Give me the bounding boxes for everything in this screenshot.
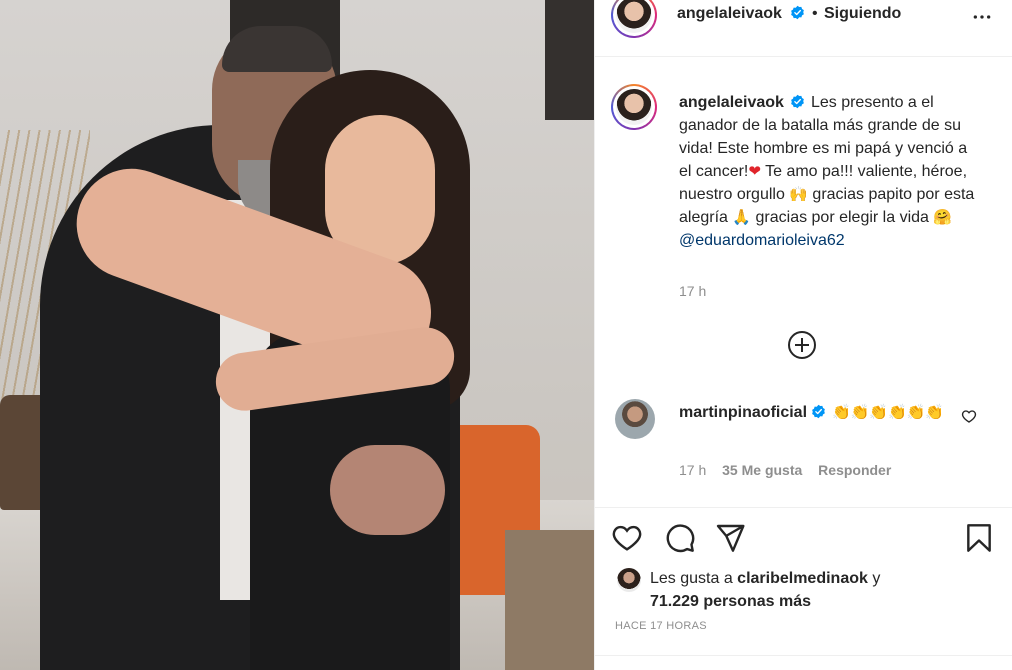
caption-username[interactable]: angelaleivaok xyxy=(679,94,784,111)
add-comment-area[interactable] xyxy=(595,655,1012,670)
author-avatar-image xyxy=(616,0,652,33)
more-options-icon[interactable] xyxy=(972,7,992,27)
comment-like-heart-icon[interactable] xyxy=(961,408,977,424)
comment-text: 👏👏👏👏👏👏 xyxy=(832,403,945,421)
header-username-wrap: angelaleivaok xyxy=(677,5,805,23)
caption-avatar[interactable] xyxy=(611,84,657,130)
comment-meta: 17 h 35 Me gusta Responder xyxy=(679,462,903,478)
post-side-panel: angelaleivaok • Siguiendo angelaleivaok … xyxy=(594,0,1012,670)
likes-summary: Les gusta a claribelmedinaok y 71.229 pe… xyxy=(650,567,970,613)
header-separator: • xyxy=(812,5,818,22)
author-avatar[interactable] xyxy=(611,0,657,38)
post-caption: angelaleivaok Les presento a el ganador … xyxy=(679,91,979,252)
commenter-avatar[interactable] xyxy=(615,399,655,439)
photo-man-hand xyxy=(330,445,445,535)
share-send-icon[interactable] xyxy=(714,522,746,554)
comment-username[interactable]: martinpinaoficial xyxy=(679,404,807,421)
comment-verified-badge-icon xyxy=(812,404,825,419)
liker-avatar[interactable] xyxy=(617,568,641,592)
hugging-emoji: 🤗 xyxy=(933,208,953,226)
save-bookmark-icon[interactable] xyxy=(963,522,995,554)
photo-wooden-table xyxy=(505,530,594,670)
post-photo[interactable] xyxy=(0,0,594,670)
photo-artwork-right xyxy=(545,0,594,120)
caption-time[interactable]: 17 h xyxy=(679,283,706,299)
comment-likes-count[interactable]: 35 Me gusta xyxy=(722,462,802,478)
caption-avatar-image xyxy=(616,89,652,125)
liker-username[interactable]: claribelmedinaok xyxy=(737,570,868,587)
photo-man-hair xyxy=(222,26,332,72)
likes-conjunction: y xyxy=(867,570,881,587)
following-button[interactable]: Siguiendo xyxy=(824,5,901,23)
caption-text-4: gracias por elegir la vida xyxy=(751,209,934,226)
comment-bubble-icon[interactable] xyxy=(664,522,696,554)
like-heart-icon[interactable] xyxy=(611,522,643,554)
caption-mention-link[interactable]: @eduardomarioleiva62 xyxy=(679,232,845,249)
likes-count[interactable]: 71.229 personas más xyxy=(650,593,811,610)
post-actions: Les gusta a claribelmedinaok y 71.229 pe… xyxy=(595,507,1012,632)
post-timestamp[interactable]: HACE 17 HORAS xyxy=(615,620,707,632)
red-heart-emoji: ❤ xyxy=(748,162,761,180)
likes-prefix: Les gusta a xyxy=(650,570,738,587)
caption-verified-badge-icon xyxy=(791,94,804,109)
comment-reply-button[interactable]: Responder xyxy=(818,462,891,478)
comment-item: martinpinaoficial 👏👏👏👏👏👏 xyxy=(679,401,949,424)
verified-badge-icon xyxy=(791,5,805,20)
post-header: angelaleivaok • Siguiendo xyxy=(595,0,1012,57)
header-username[interactable]: angelaleivaok xyxy=(677,5,782,22)
load-more-comments-icon[interactable] xyxy=(788,331,816,359)
comment-time[interactable]: 17 h xyxy=(679,462,706,478)
raised-hands-emoji: 🙌 xyxy=(789,185,808,203)
pray-emoji: 🙏 xyxy=(732,208,752,226)
